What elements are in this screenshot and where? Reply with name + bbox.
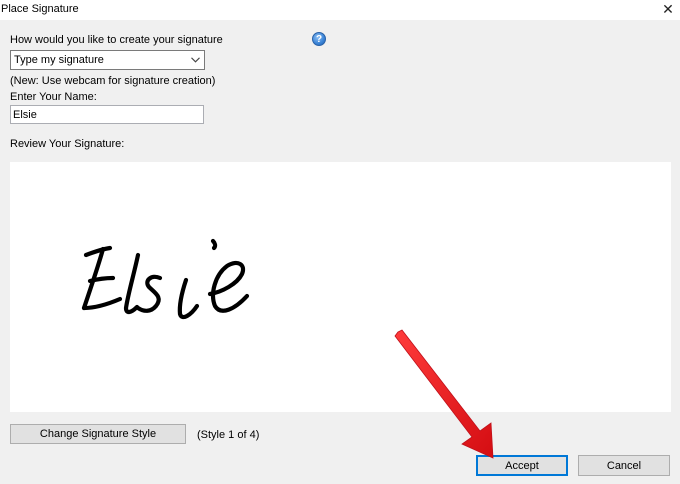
signature-preview xyxy=(10,162,671,412)
cancel-button[interactable]: Cancel xyxy=(578,455,670,476)
change-signature-style-button[interactable]: Change Signature Style xyxy=(10,424,186,444)
style-status: (Style 1 of 4) xyxy=(197,429,260,441)
close-icon[interactable]: ✕ xyxy=(658,0,678,18)
signature-handwriting xyxy=(81,238,250,320)
accept-button[interactable]: Accept xyxy=(476,455,568,476)
webcam-note: (New: Use webcam for signature creation) xyxy=(10,75,216,87)
help-icon[interactable]: ? xyxy=(312,32,326,46)
signature-method-value: Type my signature xyxy=(14,54,104,66)
chevron-down-icon[interactable] xyxy=(187,51,204,69)
window-title: Place Signature xyxy=(1,3,79,15)
review-signature-label: Review Your Signature: xyxy=(10,138,125,150)
create-signature-prompt: How would you like to create your signat… xyxy=(10,34,223,46)
title-bar: Place Signature ✕ xyxy=(0,0,680,20)
signature-method-select[interactable]: Type my signature xyxy=(10,50,205,70)
name-label: Enter Your Name: xyxy=(10,91,97,103)
name-input[interactable] xyxy=(10,105,204,124)
place-signature-dialog: Place Signature ✕ How would you like to … xyxy=(0,0,680,484)
